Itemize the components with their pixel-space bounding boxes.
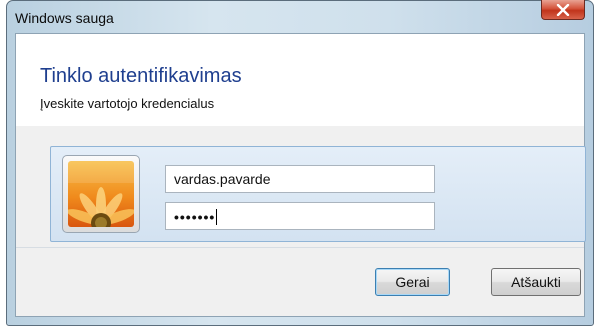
title-bar[interactable]: Windows sauga: [7, 0, 593, 33]
user-flower-avatar-icon: [68, 161, 134, 227]
credential-tile[interactable]: vardas.pavarde •••••••: [50, 146, 586, 242]
password-field[interactable]: •••••••: [165, 202, 435, 230]
username-field[interactable]: vardas.pavarde: [165, 165, 435, 193]
password-value: •••••••: [174, 209, 216, 225]
dialog-header: Tinklo autentifikavimas Įveskite vartoto…: [16, 34, 584, 126]
cancel-button-label: Atšaukti: [511, 274, 561, 290]
username-value: vardas.pavarde: [174, 171, 271, 187]
button-bar: Gerai Atšaukti: [16, 247, 584, 316]
avatar: [62, 155, 140, 233]
main-instruction: Tinklo autentifikavimas: [40, 65, 242, 87]
ok-button[interactable]: Gerai: [375, 268, 450, 296]
text-caret: [216, 209, 218, 225]
cancel-button[interactable]: Atšaukti: [491, 268, 581, 296]
window-title: Windows sauga: [15, 10, 114, 26]
instruction-text: Įveskite vartotojo kredencialus: [40, 96, 215, 111]
close-button[interactable]: [541, 0, 585, 20]
security-dialog: Windows sauga Tinklo autentifikavimas Įv…: [6, 0, 594, 326]
ok-button-label: Gerai: [395, 274, 430, 290]
close-icon: [556, 3, 570, 16]
dialog-client-area: Tinklo autentifikavimas Įveskite vartoto…: [15, 33, 586, 317]
